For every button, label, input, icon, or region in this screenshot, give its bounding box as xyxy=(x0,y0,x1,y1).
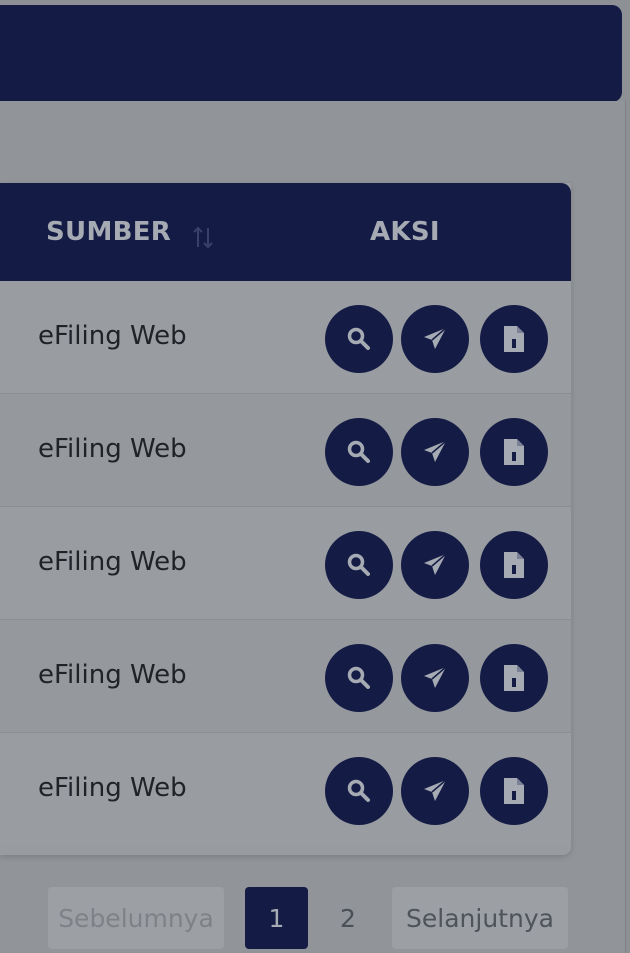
search-icon xyxy=(347,553,370,576)
column-header-aksi: AKSI xyxy=(370,217,440,247)
send-button[interactable] xyxy=(401,305,469,373)
sort-icon[interactable] xyxy=(190,225,216,251)
search-icon xyxy=(347,440,370,463)
top-header-panel xyxy=(0,5,622,102)
pagination-previous-button[interactable]: Sebelumnya xyxy=(48,887,224,949)
pagination-page-2[interactable]: 2 xyxy=(328,887,368,949)
document-button[interactable] xyxy=(480,418,548,486)
view-button[interactable] xyxy=(325,644,393,712)
document-icon xyxy=(504,326,524,352)
document-button[interactable] xyxy=(480,305,548,373)
table-row: eFiling Web xyxy=(0,281,571,394)
search-icon xyxy=(347,666,370,689)
cell-sumber: eFiling Web xyxy=(38,321,187,351)
send-icon xyxy=(424,440,447,462)
send-button[interactable] xyxy=(401,644,469,712)
view-button[interactable] xyxy=(325,757,393,825)
column-header-sumber[interactable]: SUMBER xyxy=(46,217,171,247)
table-row: eFiling Web xyxy=(0,394,571,507)
cell-sumber: eFiling Web xyxy=(38,773,187,803)
document-icon xyxy=(504,439,524,465)
search-icon xyxy=(347,779,370,802)
send-icon xyxy=(424,327,447,349)
table-row: eFiling Web xyxy=(0,620,571,733)
cell-sumber: eFiling Web xyxy=(38,434,187,464)
cell-sumber: eFiling Web xyxy=(38,547,187,577)
document-icon xyxy=(504,552,524,578)
document-button[interactable] xyxy=(480,644,548,712)
send-button[interactable] xyxy=(401,418,469,486)
document-button[interactable] xyxy=(480,531,548,599)
view-button[interactable] xyxy=(325,531,393,599)
view-button[interactable] xyxy=(325,305,393,373)
table-header: SUMBER AKSI xyxy=(0,183,571,281)
view-button[interactable] xyxy=(325,418,393,486)
document-button[interactable] xyxy=(480,757,548,825)
returns-table: SUMBER AKSI eFiling Web eFiling Web eFil… xyxy=(0,183,571,855)
table-row: eFiling Web xyxy=(0,507,571,620)
pagination-page-1[interactable]: 1 xyxy=(245,887,308,949)
document-icon xyxy=(504,665,524,691)
document-icon xyxy=(504,778,524,804)
send-icon xyxy=(424,666,447,688)
send-button[interactable] xyxy=(401,531,469,599)
search-icon xyxy=(347,327,370,350)
table-row: eFiling Web xyxy=(0,733,571,846)
pagination-next-button[interactable]: Selanjutnya xyxy=(392,887,568,949)
send-icon xyxy=(424,553,447,575)
send-icon xyxy=(424,779,447,801)
cell-sumber: eFiling Web xyxy=(38,660,187,690)
send-button[interactable] xyxy=(401,757,469,825)
